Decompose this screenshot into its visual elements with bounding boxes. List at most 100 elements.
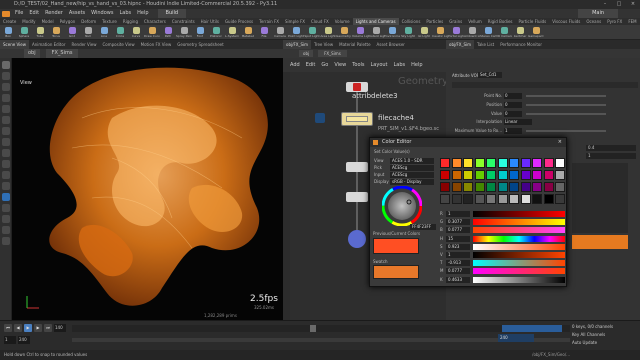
shelf-tool-button[interactable]: Path	[160, 25, 176, 40]
range-slider[interactable]	[72, 338, 570, 342]
render-node[interactable]	[348, 230, 366, 248]
tab-parameters[interactable]: obj/FX_Sim	[446, 40, 475, 49]
shelf-tool-button[interactable]: Area Light	[320, 25, 336, 40]
palette-swatch[interactable]	[463, 158, 473, 168]
shelf-tab[interactable]: Create	[0, 18, 19, 25]
timeline-ruler[interactable]	[72, 325, 570, 332]
palette-swatch[interactable]	[463, 170, 473, 180]
tab-geometry-spreadsheet[interactable]: Geometry Spreadsheet	[174, 40, 226, 49]
select-tool-icon[interactable]	[2, 61, 10, 69]
channel-slider[interactable]	[473, 243, 565, 250]
close-button[interactable]: ×	[626, 0, 640, 9]
palette-swatch[interactable]	[543, 158, 554, 168]
palette-swatch[interactable]	[463, 182, 473, 192]
channel-slider[interactable]	[473, 276, 565, 283]
channel-slider[interactable]	[473, 227, 565, 234]
cache-load-icon[interactable]	[315, 113, 325, 123]
minimize-button[interactable]: –	[598, 0, 612, 9]
shelf-tab[interactable]: Cloud FX	[308, 18, 332, 25]
palette-swatch[interactable]	[543, 170, 554, 180]
menu-labs[interactable]: Labs	[116, 9, 134, 18]
shelf-tab[interactable]: Particles	[423, 18, 446, 25]
current-color-swatch[interactable]	[373, 238, 419, 254]
shelf-tab[interactable]: Oceans	[583, 18, 604, 25]
palette-swatch[interactable]	[509, 182, 519, 192]
shelf-tool-button[interactable]: Tube	[32, 25, 48, 40]
tab-animation-editor[interactable]: Animation Editor	[29, 40, 69, 49]
desktop-select[interactable]: Main	[578, 9, 618, 18]
path-fx-sims[interactable]: FX_Sims	[45, 49, 79, 58]
shelf-tab[interactable]: Modify	[19, 18, 38, 25]
shelf-tool-button[interactable]: Ambient Light	[464, 25, 480, 40]
move-tool-icon[interactable]	[2, 72, 10, 80]
shelf-tab[interactable]: Pyro FX	[604, 18, 625, 25]
shelf-tool-button[interactable]: Curve	[128, 25, 144, 40]
net-menu-labs[interactable]: Labs	[394, 62, 406, 68]
shelf-tool-button[interactable]: Spray Paint	[176, 25, 192, 40]
shelf-tab[interactable]: Viscous Fluids	[549, 18, 583, 25]
max-value-slider[interactable]	[526, 130, 606, 132]
palette-swatch[interactable]	[509, 158, 519, 168]
shelf-tab[interactable]: Model	[39, 18, 57, 25]
shelf-tool-button[interactable]: Geometry Light	[336, 25, 352, 40]
palette-swatch[interactable]	[486, 170, 496, 180]
menu-edit[interactable]: Edit	[26, 9, 42, 18]
range-end-field[interactable]: 240	[498, 334, 534, 342]
channel-value-field[interactable]: 1	[446, 252, 470, 258]
palette-swatch[interactable]	[440, 182, 450, 192]
palette-swatch[interactable]	[520, 194, 531, 204]
shading-icon[interactable]	[2, 215, 10, 223]
palette-swatch[interactable]	[543, 194, 554, 204]
node-name-field[interactable]: Set_Cd1	[478, 72, 502, 78]
shelf-tool-button[interactable]: Draw Curve	[144, 25, 160, 40]
shelf-tab[interactable]: Hair Utils	[198, 18, 222, 25]
shelf-tool-button[interactable]: Spot Light	[304, 25, 320, 40]
ghost-icon[interactable]	[2, 237, 10, 245]
net-menu-help[interactable]: Help	[411, 62, 422, 68]
palette-swatch[interactable]	[509, 170, 519, 180]
point-no-field[interactable]: 0	[504, 93, 522, 99]
channel-slider[interactable]	[473, 235, 565, 242]
shelf-tool-button[interactable]: Caustic Light	[432, 25, 448, 40]
view-tool-icon[interactable]	[2, 127, 10, 135]
shelf-tool-button[interactable]: Box	[0, 25, 16, 40]
shelf-tool-button[interactable]: Camera	[272, 25, 288, 40]
position-slider[interactable]	[526, 104, 606, 106]
palette-swatch[interactable]	[555, 182, 565, 192]
palette-swatch[interactable]	[474, 182, 485, 192]
shelf-tool-button[interactable]: Switcher	[512, 25, 528, 40]
wrangle-node[interactable]	[346, 162, 368, 172]
jump-start-button[interactable]: ⏮	[4, 324, 12, 332]
channel-value-field[interactable]: 1	[446, 211, 470, 217]
palette-swatch[interactable]	[440, 158, 450, 168]
color-space-select[interactable]: ACEScg	[390, 172, 434, 178]
palette-swatch[interactable]	[451, 182, 462, 192]
curve-snap-icon[interactable]	[2, 160, 10, 168]
build-desktop-select[interactable]: Build	[157, 9, 187, 18]
channel-slider[interactable]	[473, 268, 565, 275]
palette-swatch[interactable]	[532, 182, 542, 192]
shelf-tab[interactable]: Grains	[446, 18, 465, 25]
shelf-tool-button[interactable]: Volume Light	[352, 25, 368, 40]
net-menu-layout[interactable]: Layout	[371, 62, 388, 68]
shelf-tool-button[interactable]: Null	[80, 25, 96, 40]
shelf-tool-button[interactable]: Environment Light	[384, 25, 400, 40]
net-path-obj[interactable]: obj	[299, 50, 314, 57]
net-menu-tools[interactable]: Tools	[352, 62, 364, 68]
interpolation-select[interactable]: Linear	[504, 119, 532, 125]
palette-swatch[interactable]	[486, 158, 496, 168]
channel-slider[interactable]	[473, 219, 565, 226]
palette-swatch[interactable]	[486, 182, 496, 192]
tab-performance-monitor[interactable]: Performance Monitor	[497, 40, 545, 49]
net-path-fx-sims[interactable]: FX_Sims	[318, 50, 347, 57]
palette-swatch[interactable]	[532, 194, 542, 204]
shelf-tab[interactable]: Characters	[141, 18, 169, 25]
shelf-tab[interactable]: Lights and Cameras	[352, 18, 399, 25]
tab-network-editor[interactable]: obj/FX_Sim	[283, 40, 312, 49]
shelf-tab[interactable]: Constraints	[169, 18, 198, 25]
shelf-tool-button[interactable]: Point Light	[288, 25, 304, 40]
net-menu-add[interactable]: Add	[290, 62, 300, 68]
step-forward-button[interactable]: ▶	[34, 324, 42, 332]
menu-file[interactable]: File	[12, 9, 26, 18]
tab-render-view[interactable]: Render View	[68, 40, 99, 49]
